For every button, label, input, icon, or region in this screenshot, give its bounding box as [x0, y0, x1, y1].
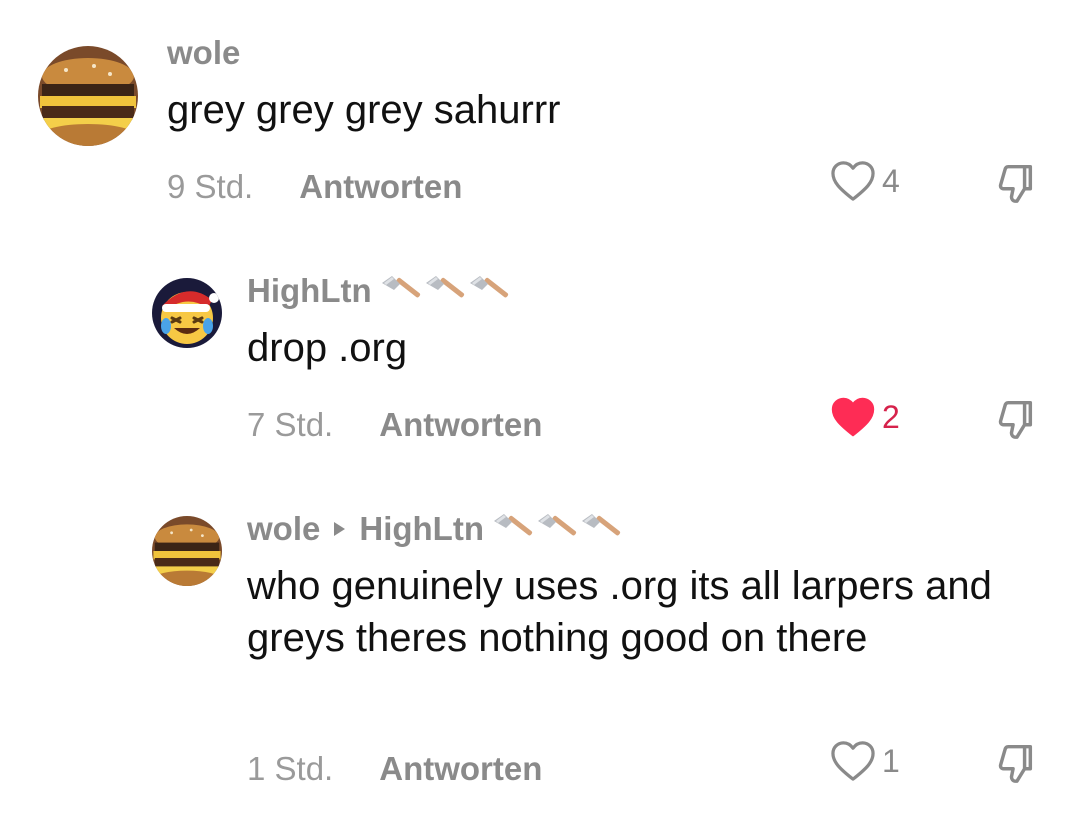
comment-username[interactable]: wole [167, 34, 240, 72]
reply-to-username[interactable]: HighLtn [359, 510, 484, 548]
like-count: 2 [882, 398, 900, 435]
burger-avatar-icon [38, 46, 138, 146]
reply-button[interactable]: Antworten [299, 168, 462, 206]
comment-text: drop .org [247, 326, 408, 370]
reply-arrow-icon [334, 522, 346, 536]
comment-text: who genuinely uses .org its all larpers … [247, 564, 992, 660]
avatar[interactable] [152, 278, 222, 348]
dislike-button[interactable] [992, 740, 1038, 786]
comment-text: grey grey grey sahurrr [167, 88, 561, 132]
hammer-icon [380, 274, 424, 308]
thumbs-down-icon [998, 744, 1033, 783]
comment-meta: 1 Std. Antworten [247, 750, 542, 788]
dislike-button[interactable] [992, 160, 1038, 206]
comment-meta: 9 Std. Antworten [167, 168, 462, 206]
comment-meta: 7 Std. Antworten [247, 406, 542, 444]
reply-button[interactable]: Antworten [379, 750, 542, 788]
heart-outline-icon [831, 741, 875, 781]
comment-username[interactable]: HighLtn [247, 272, 512, 310]
like-button[interactable]: 1 [830, 740, 900, 782]
heart-outline-icon [831, 161, 875, 201]
dislike-button[interactable] [992, 396, 1038, 442]
hammer-icon [492, 512, 536, 546]
burger-avatar-icon [152, 516, 222, 586]
user-badges [492, 512, 624, 546]
username-text[interactable]: wole [247, 510, 320, 548]
avatar[interactable] [38, 46, 138, 146]
hammer-icon [424, 274, 468, 308]
reply-button[interactable]: Antworten [379, 406, 542, 444]
thumbs-down-icon [998, 400, 1033, 439]
avatar[interactable] [152, 516, 222, 586]
comment-timestamp: 7 Std. [247, 406, 334, 443]
hammer-icon [468, 274, 512, 308]
like-button[interactable]: 4 [830, 160, 900, 202]
like-button[interactable]: 2 [830, 396, 900, 438]
username-text[interactable]: wole [167, 34, 240, 72]
user-badges [380, 274, 512, 308]
comment-username[interactable]: wole HighLtn [247, 510, 624, 548]
like-count: 1 [882, 742, 900, 779]
hammer-icon [536, 512, 580, 546]
like-count: 4 [882, 162, 900, 199]
heart-filled-icon [831, 397, 875, 437]
thumbs-down-icon [998, 164, 1033, 203]
hammer-icon [580, 512, 624, 546]
santa-laughing-emoji-avatar-icon [152, 278, 222, 348]
username-text[interactable]: HighLtn [247, 272, 372, 310]
comment-timestamp: 9 Std. [167, 168, 254, 205]
comment-timestamp: 1 Std. [247, 750, 334, 787]
